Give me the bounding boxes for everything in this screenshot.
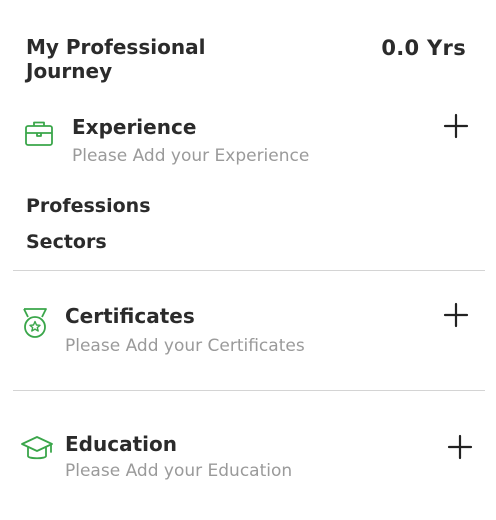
education-subtitle: Please Add your Education	[65, 461, 293, 481]
divider	[13, 390, 485, 391]
sectors-link[interactable]: Sectors	[26, 231, 107, 253]
plus-icon	[447, 434, 473, 460]
total-experience-value: 0.0 Yrs	[381, 36, 466, 60]
plus-icon	[443, 113, 469, 139]
experience-subtitle: Please Add your Experience	[72, 146, 310, 166]
professions-link[interactable]: Professions	[26, 195, 151, 217]
divider	[13, 270, 485, 271]
certificates-subtitle: Please Add your Certificates	[65, 336, 305, 356]
plus-icon	[443, 302, 469, 328]
briefcase-icon	[24, 118, 54, 148]
medal-icon	[21, 307, 49, 339]
certificates-title: Certificates	[65, 304, 195, 328]
page-title: My Professional Journey	[26, 35, 206, 83]
graduation-cap-icon	[20, 434, 54, 464]
add-experience-button[interactable]	[443, 113, 469, 139]
education-title: Education	[65, 432, 177, 456]
add-certificate-button[interactable]	[443, 302, 469, 328]
add-education-button[interactable]	[447, 434, 473, 460]
experience-title: Experience	[72, 115, 197, 139]
